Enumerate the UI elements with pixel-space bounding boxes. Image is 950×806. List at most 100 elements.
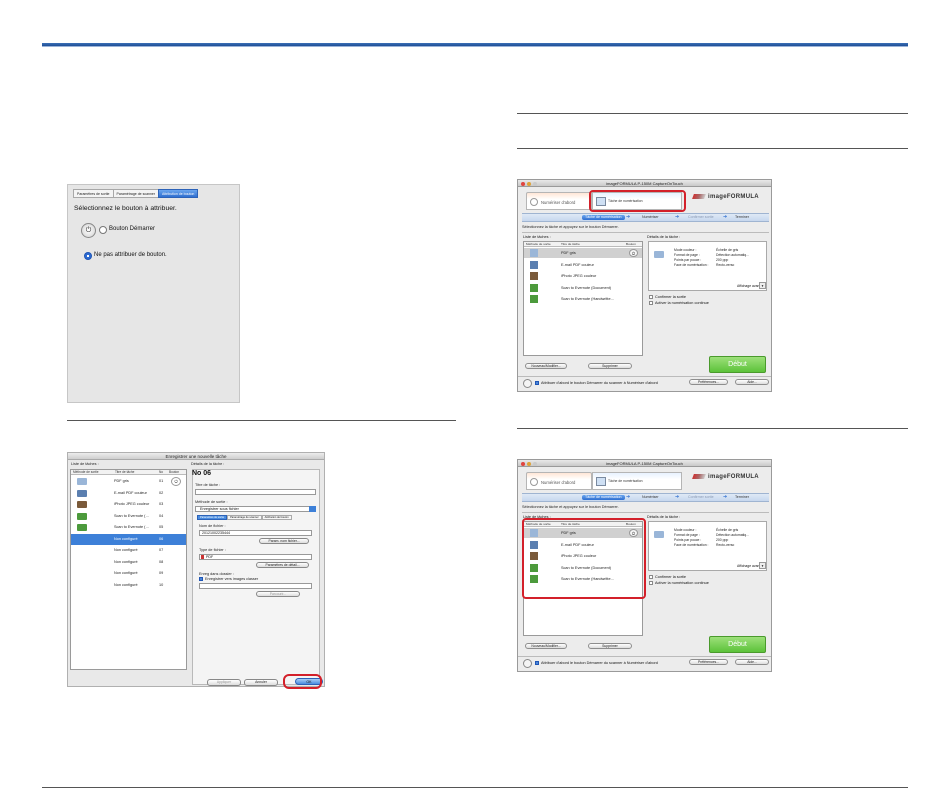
save-folder-field[interactable] [199, 583, 312, 589]
help-button[interactable]: Aide... [735, 659, 769, 665]
assign-start-option[interactable]: Attribuer d'abord le bouton Démarrer du … [535, 381, 658, 385]
continuous-scan-option[interactable]: Activer la numérisation continue [649, 581, 709, 585]
brand-logo: imageFORMULA [708, 474, 759, 480]
checkbox-icon[interactable] [649, 575, 653, 579]
button-assigned-icon: ⏻ [629, 249, 638, 257]
checkbox-icon[interactable] [649, 301, 653, 305]
task-title-cell: Non configuré [114, 571, 138, 575]
subtab-output[interactable]: Paramètres de sortie [197, 515, 228, 520]
tab-button-assignment[interactable]: Attribution de bouton [158, 189, 199, 198]
task-list-highlight [522, 518, 646, 599]
filetype-select[interactable]: PDF [199, 554, 312, 560]
minimize-icon[interactable] [527, 461, 531, 466]
divider [522, 232, 769, 233]
subtab-button[interactable]: Attribution de bouton [261, 515, 292, 520]
task-row[interactable]: Scan to Evernote (Handwritte… [524, 294, 642, 304]
table-row[interactable]: Scan to Evernote (… 04 [71, 511, 186, 522]
apply-button[interactable]: Appliquer [207, 679, 241, 686]
delete-button[interactable]: Supprimer [588, 643, 632, 649]
task-title-label: Titre de tâche : [195, 483, 221, 487]
advanced-view-button[interactable]: ▾ [759, 282, 766, 289]
task-number-cell: 01 [159, 479, 164, 483]
table-row[interactable]: Non configuré 10 [71, 580, 186, 591]
tab-task-scan[interactable]: Tâche de numérisation [592, 472, 682, 490]
advanced-view-button[interactable]: ▾ [759, 562, 766, 569]
table-row[interactable]: E-mail PDF couleur 02 [71, 488, 186, 499]
instruction-text: Sélectionnez la tâche et appuyez sur le … [522, 225, 619, 229]
folder-icon [654, 251, 664, 258]
step-scan: Numériser [642, 495, 659, 499]
output-method-label: Méthode de sortie : [195, 500, 228, 504]
arrow-right-icon: ➜ [626, 494, 631, 500]
checkbox-icon[interactable] [535, 381, 539, 385]
detail-settings-button[interactable]: Paramètres de détail... [256, 562, 309, 568]
table-row[interactable]: iPhoto JPEG couleur 03 [71, 499, 186, 510]
task-name: iPhoto JPEG couleur [561, 274, 597, 278]
preferences-button[interactable]: Préférences... [689, 379, 728, 385]
filename-field[interactable]: 20121002235444 [199, 530, 312, 536]
task-row[interactable]: E-mail PDF couleur [524, 260, 642, 270]
checkbox-icon[interactable] [535, 661, 539, 665]
radio-no-button[interactable] [84, 252, 92, 260]
detail-value: 200 ppp [716, 258, 729, 262]
assignment-prompt: Sélectionnez le bouton à attribuer. [74, 205, 177, 212]
task-number-cell: 04 [159, 513, 164, 518]
arrow-right-icon: ➜ [626, 214, 631, 220]
close-icon[interactable] [521, 461, 525, 466]
new-edit-button[interactable]: Nouveau/Modifier... [525, 363, 567, 369]
tab-output-settings[interactable]: Paramètres de sortie [73, 189, 114, 198]
new-edit-button[interactable]: Nouveau/Modifier... [525, 643, 567, 649]
save-to-images-checkbox[interactable] [199, 577, 203, 581]
table-row[interactable]: PDF gris 01 ⏻ [71, 476, 186, 487]
output-method-select[interactable]: Enregistrer sous fichier [195, 506, 316, 512]
task-title-cell: Scan to Evernote (… [114, 513, 150, 518]
cancel-button[interactable]: Annuler [244, 679, 278, 686]
output-method-dropdown-icon[interactable] [309, 506, 316, 512]
start-scan-button[interactable]: Début [709, 356, 766, 373]
task-list-header: Méthode de sortie Titre de tâche Bouton [524, 242, 642, 247]
minimize-icon[interactable] [527, 181, 531, 186]
confirm-output-option[interactable]: Confirmer la sortie [649, 295, 686, 299]
browse-button[interactable]: Parcourir... [256, 591, 300, 597]
detail-value: Échelle de gris [716, 528, 739, 532]
detail-key: Face de numérisation : [674, 263, 709, 267]
preferences-button[interactable]: Préférences... [689, 659, 728, 665]
filename-settings-button[interactable]: Param. nom fichier... [259, 538, 309, 544]
help-button[interactable]: Aide... [735, 379, 769, 385]
radio-start-button[interactable] [99, 226, 107, 234]
close-icon[interactable] [521, 181, 525, 186]
table-row[interactable]: Non configuré 07 [71, 545, 186, 556]
subtab-scanner[interactable]: Paramétrage de scanner [227, 515, 262, 520]
detail-row: Face de numérisation : Recto-verso [674, 263, 734, 267]
table-row[interactable]: Scan to Evernote (… 05 [71, 522, 186, 533]
task-row[interactable]: Scan to Evernote (Document) [524, 283, 642, 293]
table-row[interactable]: Non configuré 08 [71, 557, 186, 568]
task-row[interactable]: PDF gris ⏻ [524, 248, 642, 258]
photo-icon [77, 501, 87, 508]
capture-window-bottom: imageFORMULA P-150M CaptureOnTouch Numéri… [517, 459, 772, 672]
confirm-output-option[interactable]: Confirmer la sortie [649, 575, 686, 579]
delete-button[interactable]: Supprimer [588, 363, 632, 369]
task-number-cell: 02 [159, 490, 164, 495]
tab-scan-first[interactable]: Numériser d'abord [526, 472, 592, 490]
step-finish: Terminer [735, 215, 749, 219]
table-row[interactable]: Non configuré 06 [71, 533, 186, 545]
checkbox-icon[interactable] [649, 581, 653, 585]
task-row[interactable]: iPhoto JPEG couleur [524, 271, 642, 281]
header-rule [42, 43, 908, 47]
start-scan-button[interactable]: Début [709, 636, 766, 653]
task-title-cell: E-mail PDF couleur [114, 490, 147, 495]
task-number-cell: 03 [159, 502, 164, 506]
assign-start-option[interactable]: Attribuer d'abord le bouton Démarrer du … [535, 661, 658, 665]
checkbox-icon[interactable] [649, 295, 653, 299]
tab-scan-first[interactable]: Numériser d'abord [526, 192, 592, 210]
assign-start-label: Attribuer d'abord le bouton Démarrer du … [541, 661, 658, 665]
task-title-input[interactable] [195, 489, 316, 495]
task-number-cell: 07 [159, 548, 164, 552]
table-row[interactable]: Non configuré 09 [71, 568, 186, 579]
tab-scanner-settings[interactable]: Paramétrage de scanner [112, 189, 160, 198]
zoom-icon[interactable] [533, 181, 537, 186]
detail-value: Détection automatiq... [716, 533, 749, 537]
zoom-icon[interactable] [533, 461, 537, 466]
continuous-scan-option[interactable]: Activer la numérisation continue [649, 301, 709, 305]
